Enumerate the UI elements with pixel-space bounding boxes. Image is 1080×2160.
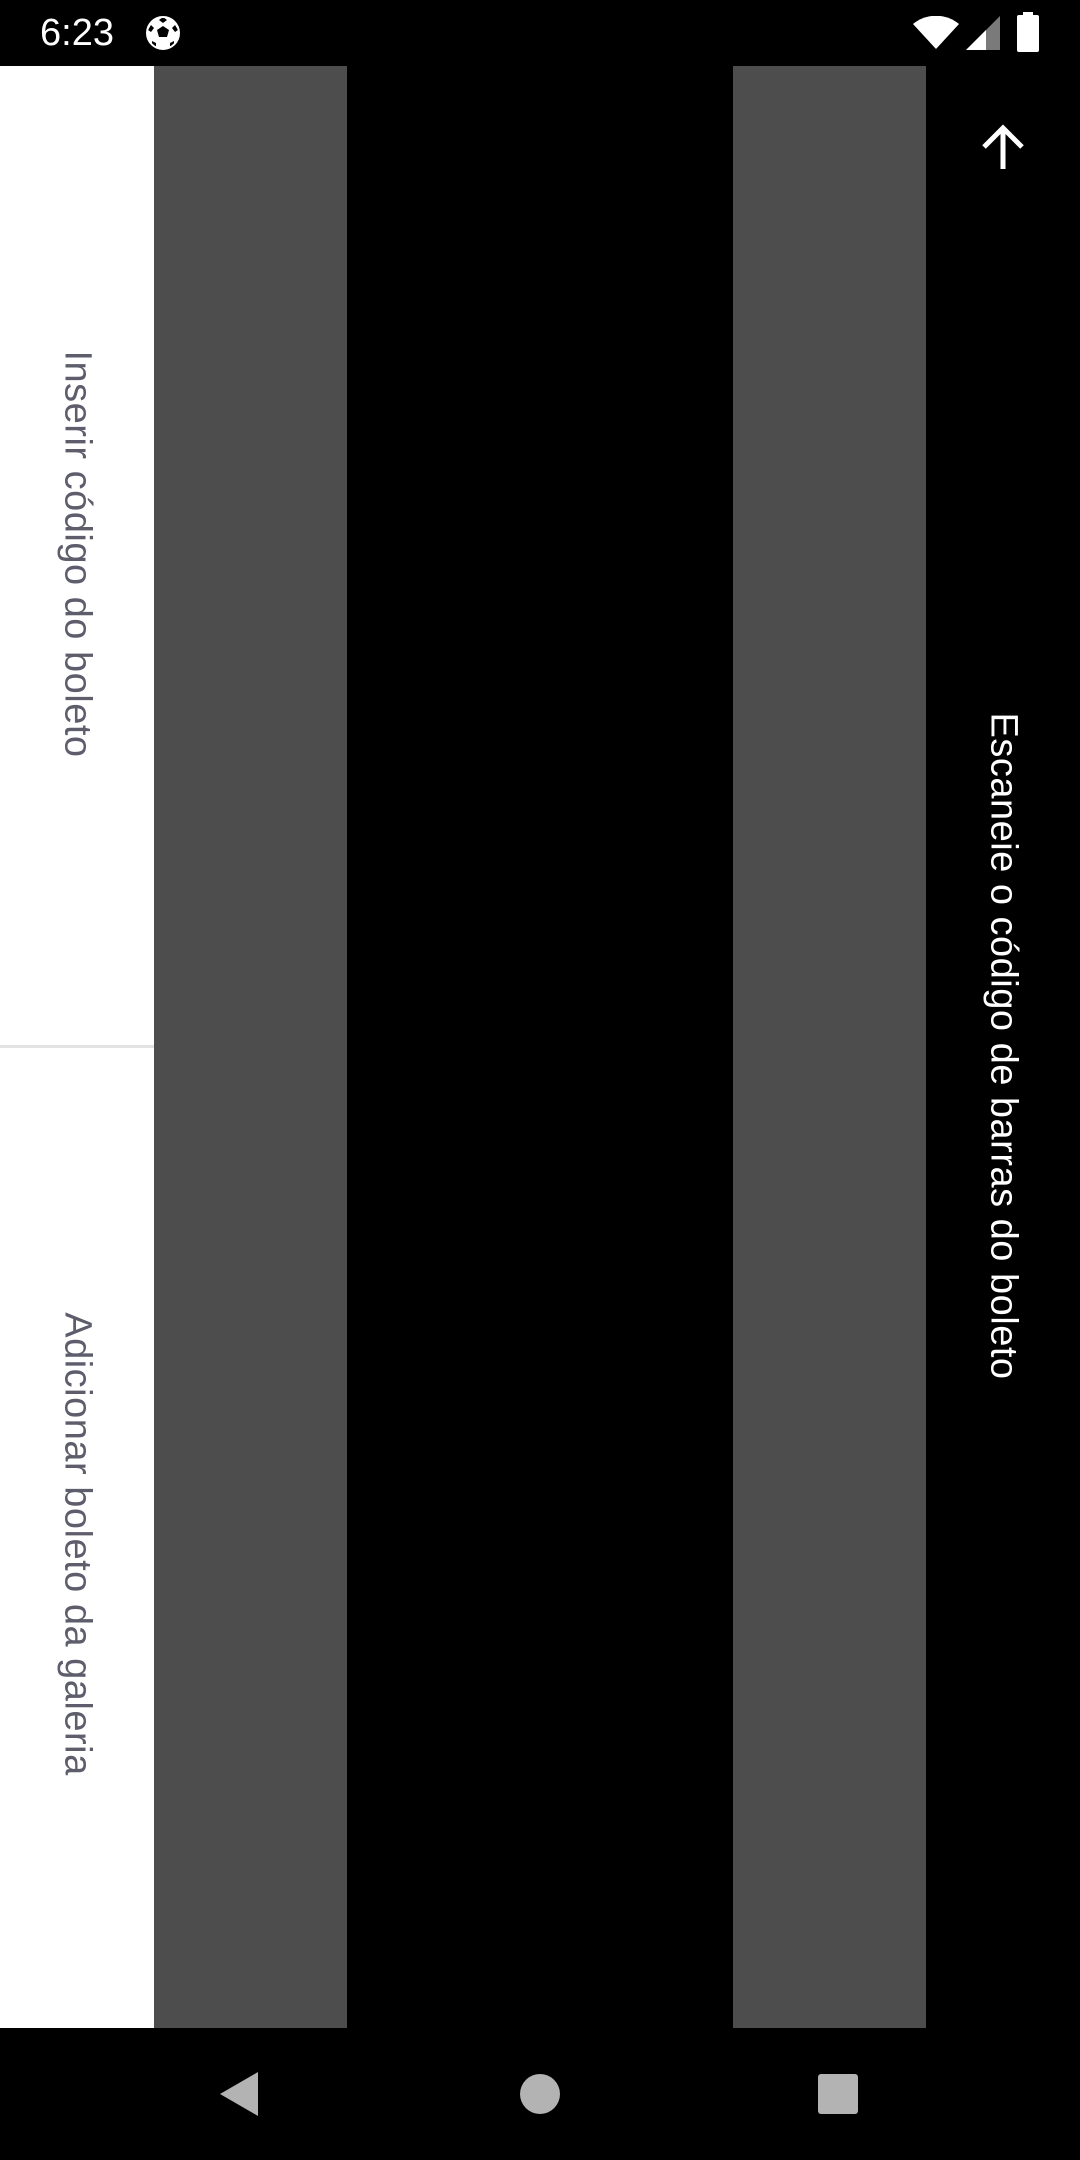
insert-code-option[interactable]: Inserir código do boleto (0, 66, 154, 1046)
scan-overlay-right (733, 66, 926, 2028)
arrow-up-icon (982, 124, 1024, 169)
back-button[interactable] (966, 111, 1040, 185)
camera-scan-area (347, 66, 733, 2028)
options-panel: Inserir código do boleto Adicionar bolet… (0, 66, 154, 2028)
wifi-icon (913, 16, 959, 49)
nav-back-icon (220, 2072, 258, 2116)
add-from-gallery-option[interactable]: Adicionar boleto da galeria (0, 1048, 154, 2028)
status-bar: 6:23 (0, 0, 1080, 66)
scan-overlay-left (154, 66, 347, 2028)
soccer-ball-icon (146, 16, 180, 50)
nav-home-button[interactable] (512, 2066, 568, 2122)
status-time: 6:23 (40, 12, 114, 54)
nav-recents-icon (818, 2074, 858, 2114)
cell-signal-icon (966, 16, 1000, 50)
barcode-scanner-screen: Inserir código do boleto Adicionar bolet… (0, 66, 1080, 2028)
add-from-gallery-label: Adicionar boleto da galeria (56, 1312, 99, 1776)
battery-icon (1017, 12, 1039, 52)
navigation-bar (0, 2028, 1080, 2160)
nav-recents-button[interactable] (810, 2066, 866, 2122)
scan-instruction: Escaneie o código de barras do boleto (982, 712, 1025, 1380)
nav-back-button[interactable] (212, 2066, 268, 2122)
insert-code-label: Inserir código do boleto (56, 350, 99, 758)
nav-home-icon (520, 2074, 560, 2114)
